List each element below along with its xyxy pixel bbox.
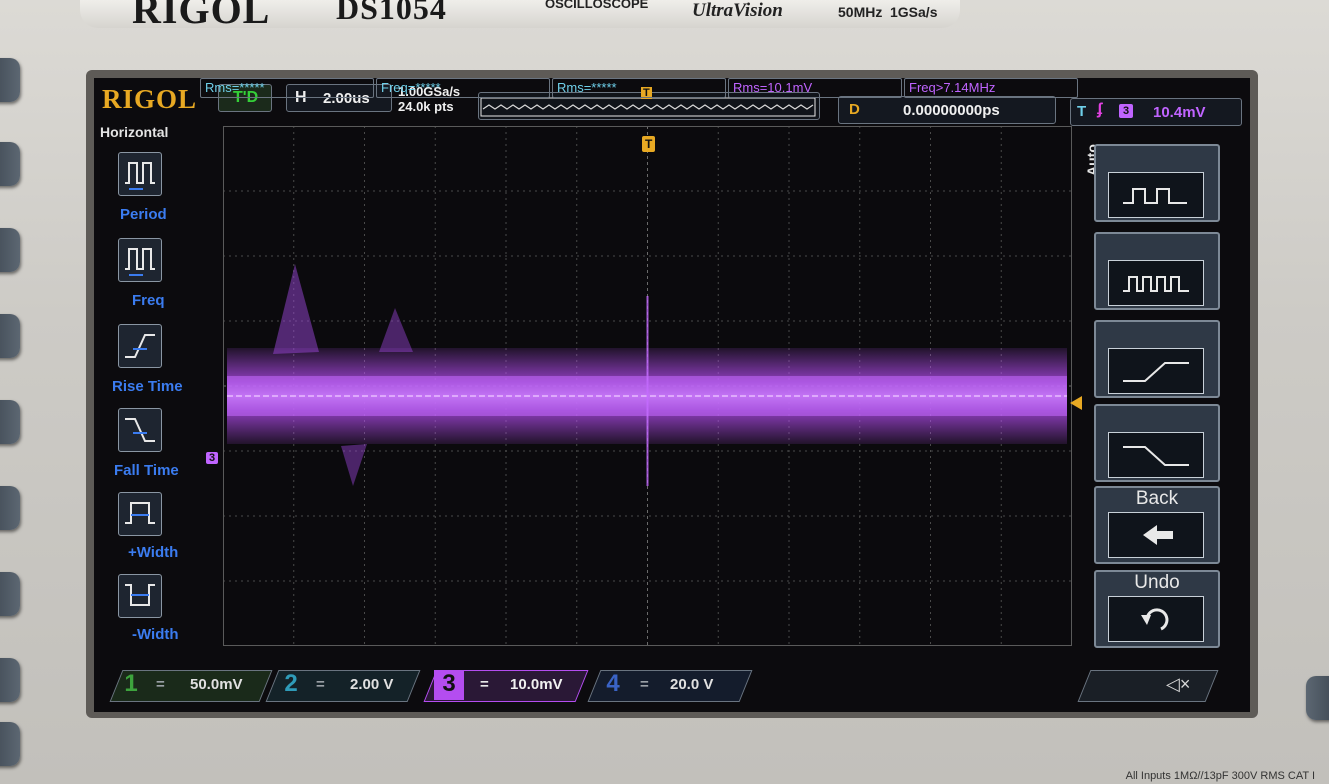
channel-4-number: 4 — [606, 670, 620, 697]
pulse-train-icon — [1108, 260, 1204, 306]
plus-width-icon[interactable] — [118, 492, 162, 536]
device-model: DS1054 — [336, 0, 447, 26]
input-spec-label: All Inputs 1MΩ//13pF 300V RMS CAT I — [1125, 770, 1315, 782]
undo-button[interactable]: Undo — [1094, 570, 1220, 648]
bezel-button-right-1[interactable] — [1306, 676, 1329, 720]
undo-label: Undo — [1134, 572, 1180, 593]
device-sample-spec: 1GSa/s — [890, 4, 938, 20]
screen-logo: RIGOL — [102, 84, 198, 114]
edge-slope-option-2[interactable] — [1094, 232, 1220, 310]
channel-1-scale: 50.0mV — [190, 676, 243, 693]
menu-item-freq[interactable]: Freq — [132, 292, 165, 309]
fall-time-icon[interactable] — [118, 408, 162, 452]
bezel-button-left-7[interactable] — [0, 572, 20, 616]
device-series: UltraVision — [692, 0, 783, 21]
waveform-graticule — [223, 126, 1072, 646]
measurement-4[interactable]: Rms=10.1mV — [728, 78, 902, 98]
rising-edge-icon: ʄ — [1097, 101, 1103, 118]
measurement-2[interactable]: Freq=***** — [376, 78, 550, 98]
delay-value: 0.00000000ps — [903, 102, 1000, 119]
channel-3-scale: 10.0mV — [510, 676, 563, 693]
trigger-level: 10.4mV — [1153, 104, 1206, 121]
edge-slope-option-1[interactable] — [1094, 144, 1220, 222]
trigger-box[interactable]: T ʄ 3 10.4mV — [1070, 98, 1242, 126]
edge-slope-option-4[interactable] — [1094, 404, 1220, 482]
bezel-button-left-3[interactable] — [0, 228, 20, 272]
square-wave-icon — [1108, 172, 1204, 218]
menu-item-period[interactable]: Period — [120, 206, 167, 223]
bezel-button-left-9[interactable] — [0, 722, 20, 766]
channel-4-coupling: = — [640, 676, 649, 693]
device-bandwidth: 50MHz — [838, 4, 883, 20]
bezel-button-left-4[interactable] — [0, 314, 20, 358]
trigger-label: T — [1077, 103, 1087, 120]
period-icon[interactable] — [118, 152, 162, 196]
measurement-1[interactable]: Rms=***** — [200, 78, 374, 98]
top-label-strip: RIGOL DS1054 OSCILLOSCOPE UltraVision 50… — [80, 0, 960, 32]
memory-depth: 24.0k pts — [398, 99, 454, 114]
edge-slope-option-3[interactable] — [1094, 320, 1220, 398]
back-label: Back — [1135, 488, 1179, 509]
back-button[interactable]: Back — [1094, 486, 1220, 564]
measurement-3[interactable]: Rms=***** — [552, 78, 726, 98]
speaker-muted-icon[interactable]: ◁× — [1166, 674, 1190, 695]
channel-4-scale: 20.0 V — [670, 676, 714, 693]
undo-icon — [1108, 596, 1204, 642]
channel-3-number: 3 — [434, 670, 464, 700]
delay-box[interactable]: D 0.00000000ps — [838, 96, 1056, 124]
bezel-button-left-6[interactable] — [0, 486, 20, 530]
measurement-5-text: Freq>7.14MHz — [909, 80, 996, 95]
menu-item-rise-time[interactable]: Rise Time — [112, 378, 183, 395]
rise-time-icon[interactable] — [118, 324, 162, 368]
measurement-5[interactable]: Freq>7.14MHz — [904, 78, 1078, 98]
trigger-position-marker[interactable]: T — [642, 136, 656, 152]
bezel-button-left-2[interactable] — [0, 142, 20, 186]
menu-item-minus-width[interactable]: -Width — [132, 626, 179, 643]
channel-1-number: 1 — [124, 670, 138, 697]
channel-3-offset-marker[interactable]: 3 — [206, 452, 219, 464]
device-type: OSCILLOSCOPE — [545, 0, 649, 11]
measurement-2-text: Freq=***** — [381, 80, 441, 95]
channel-3-coupling: = — [480, 676, 489, 693]
falling-slope-icon — [1108, 432, 1204, 478]
minus-width-icon[interactable] — [118, 574, 162, 618]
channel-2-scale: 2.00 V — [350, 676, 394, 693]
trigger-source: 3 — [1119, 104, 1133, 118]
channel-1-coupling: = — [156, 676, 165, 693]
bezel-button-left-5[interactable] — [0, 400, 20, 444]
channel-2-coupling: = — [316, 676, 325, 693]
measurement-4-text: Rms=10.1mV — [733, 80, 813, 95]
device-brand: RIGOL — [132, 0, 271, 32]
menu-item-fall-time[interactable]: Fall Time — [114, 462, 179, 479]
rising-slope-icon — [1108, 348, 1204, 394]
channel-2-number: 2 — [284, 670, 298, 697]
back-arrow-icon — [1108, 512, 1204, 558]
delay-label: D — [849, 101, 860, 118]
sound-status-box[interactable] — [1077, 670, 1219, 702]
bezel-button-left-1[interactable] — [0, 58, 20, 102]
bezel-button-left-8[interactable] — [0, 658, 20, 702]
menu-item-plus-width[interactable]: +Width — [128, 544, 178, 561]
measurement-1-text: Rms=***** — [205, 80, 265, 95]
trigger-level-marker[interactable] — [1070, 396, 1082, 410]
freq-icon[interactable] — [118, 238, 162, 282]
left-menu-title: Horizontal — [100, 124, 169, 140]
scope-screen: RIGOL T'D H 2.00us 1.00GSa/s 24.0k pts T… — [94, 78, 1250, 712]
measurement-3-text: Rms=***** — [557, 80, 617, 95]
